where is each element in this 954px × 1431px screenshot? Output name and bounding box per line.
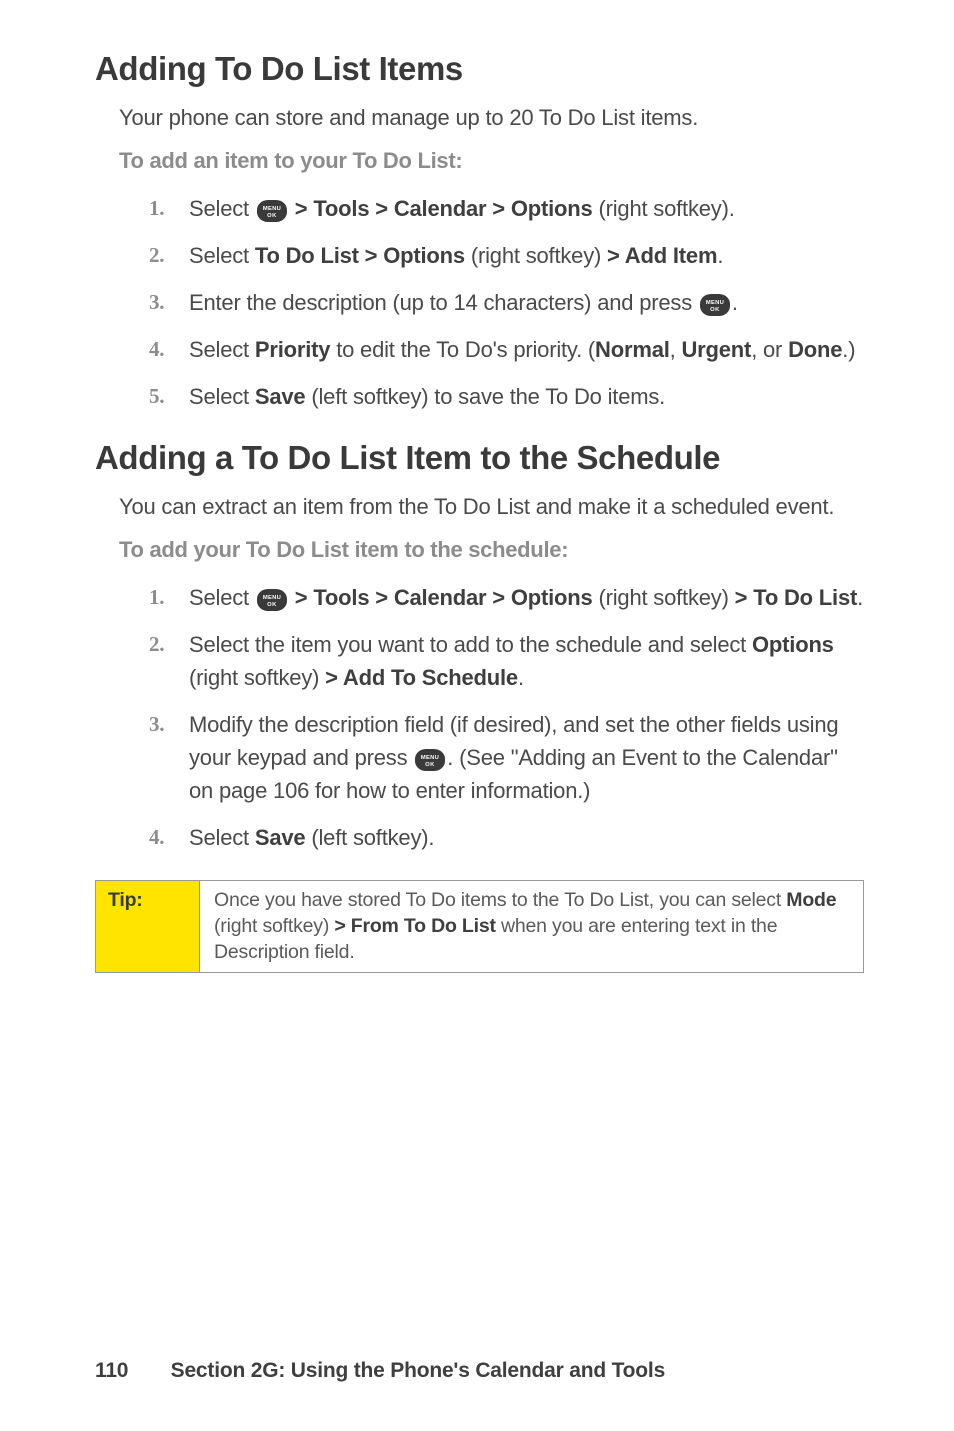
page-number: 110 — [95, 1359, 165, 1383]
tip-callout: Tip: Once you have stored To Do items to… — [95, 880, 864, 973]
steps-list-1: 1.Select MENUOK > Tools > Calendar > Opt… — [95, 192, 864, 413]
step-item: 1.Select MENUOK > Tools > Calendar > Opt… — [149, 192, 864, 225]
svg-text:OK: OK — [267, 602, 277, 608]
heading-adding-todo-items: Adding To Do List Items — [95, 50, 864, 88]
step-item: 3.Enter the description (up to 14 charac… — [149, 286, 864, 319]
step-item: 4.Select Priority to edit the To Do's pr… — [149, 333, 864, 366]
step-number: 4. — [149, 821, 189, 854]
step-item: 3.Modify the description field (if desir… — [149, 708, 864, 807]
step-body: Select the item you want to add to the s… — [189, 628, 864, 694]
svg-text:MENU: MENU — [263, 595, 281, 601]
step-number: 2. — [149, 628, 189, 661]
menu-ok-icon: MENUOK — [257, 200, 287, 222]
step-body: Select Save (left softkey) to save the T… — [189, 380, 864, 413]
tip-label: Tip: — [96, 881, 200, 972]
menu-ok-icon: MENUOK — [257, 589, 287, 611]
subheading-add-to-schedule: To add your To Do List item to the sched… — [119, 537, 864, 563]
document-page: Adding To Do List Items Your phone can s… — [0, 0, 954, 1431]
step-number: 1. — [149, 192, 189, 225]
svg-text:OK: OK — [425, 762, 435, 768]
page-footer: 110 Section 2G: Using the Phone's Calend… — [95, 1359, 864, 1383]
step-body: Select MENUOK > Tools > Calendar > Optio… — [189, 581, 864, 614]
step-body: Select Save (left softkey). — [189, 821, 864, 854]
step-number: 1. — [149, 581, 189, 614]
step-body: Select MENUOK > Tools > Calendar > Optio… — [189, 192, 864, 225]
menu-ok-icon: MENUOK — [700, 294, 730, 316]
step-body: Enter the description (up to 14 characte… — [189, 286, 864, 319]
step-number: 4. — [149, 333, 189, 366]
footer-section-title: Section 2G: Using the Phone's Calendar a… — [171, 1359, 665, 1382]
step-item: 5.Select Save (left softkey) to save the… — [149, 380, 864, 413]
svg-text:MENU: MENU — [263, 206, 281, 212]
step-body: Modify the description field (if desired… — [189, 708, 864, 807]
step-item: 1.Select MENUOK > Tools > Calendar > Opt… — [149, 581, 864, 614]
intro-text-2: You can extract an item from the To Do L… — [119, 491, 864, 523]
steps-list-2: 1.Select MENUOK > Tools > Calendar > Opt… — [95, 581, 864, 854]
svg-text:MENU: MENU — [706, 300, 724, 306]
heading-adding-todo-to-schedule: Adding a To Do List Item to the Schedule — [95, 439, 864, 477]
subheading-add-item: To add an item to your To Do List: — [119, 148, 864, 174]
step-number: 2. — [149, 239, 189, 272]
tip-body: Once you have stored To Do items to the … — [200, 881, 863, 972]
step-number: 3. — [149, 286, 189, 319]
svg-text:MENU: MENU — [421, 755, 439, 761]
svg-text:OK: OK — [710, 307, 720, 313]
step-body: Select Priority to edit the To Do's prio… — [189, 333, 864, 366]
step-number: 5. — [149, 380, 189, 413]
step-body: Select To Do List > Options (right softk… — [189, 239, 864, 272]
step-item: 4.Select Save (left softkey). — [149, 821, 864, 854]
step-number: 3. — [149, 708, 189, 741]
svg-text:OK: OK — [267, 213, 277, 219]
menu-ok-icon: MENUOK — [415, 749, 445, 771]
step-item: 2.Select the item you want to add to the… — [149, 628, 864, 694]
step-item: 2.Select To Do List > Options (right sof… — [149, 239, 864, 272]
intro-text-1: Your phone can store and manage up to 20… — [119, 102, 864, 134]
